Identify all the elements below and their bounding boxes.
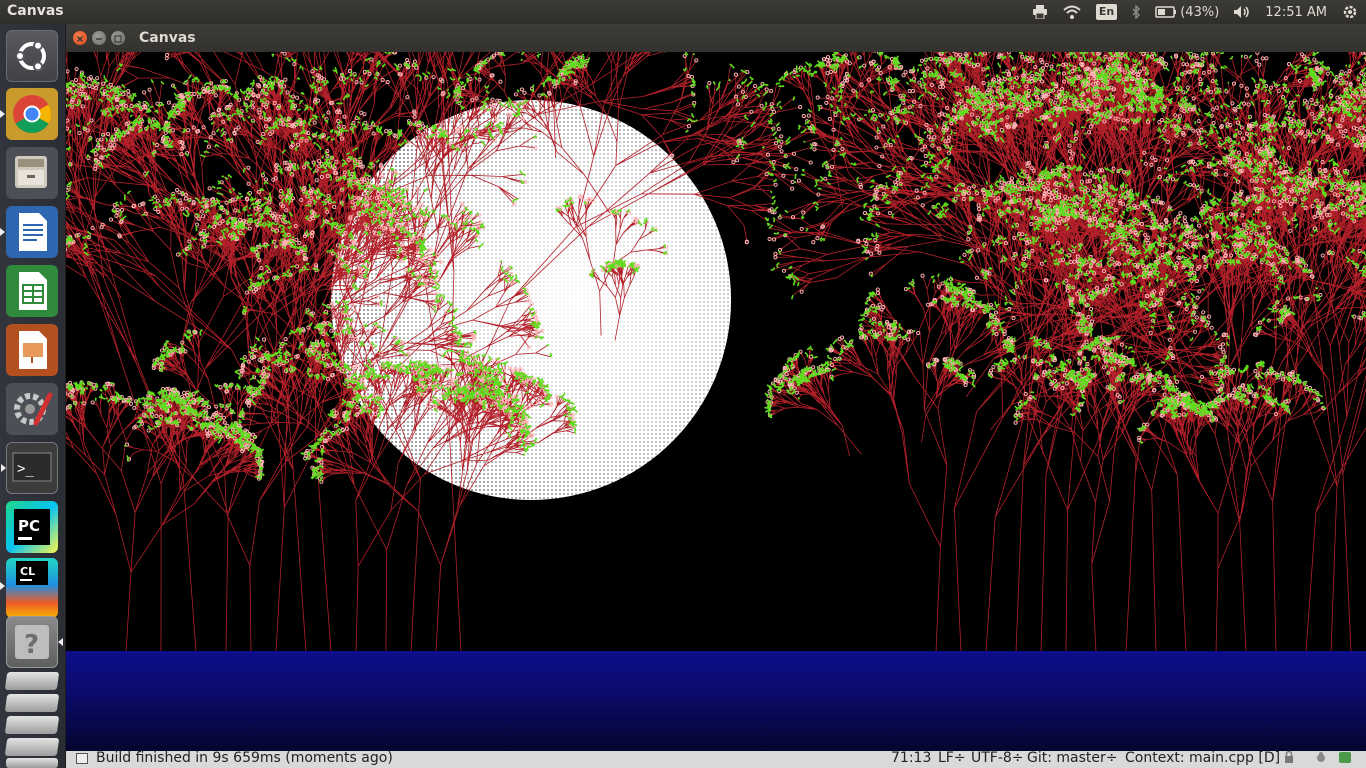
maximize-icon (114, 35, 122, 43)
writer-launcher-button[interactable] (0, 206, 58, 258)
question-icon: ? (15, 625, 49, 660)
chrome-launcher-button[interactable] (0, 88, 58, 140)
keyboard-layout-indicator[interactable]: En (1095, 4, 1118, 20)
window-title: Canvas (139, 30, 196, 46)
calc-icon (19, 272, 47, 310)
pycharm-label: PC (18, 517, 40, 535)
launcher-trash-stack[interactable] (4, 672, 60, 768)
close-icon (76, 35, 84, 43)
event-log-icon[interactable] (1338, 750, 1352, 768)
terminal-launcher-button[interactable]: >_ (1, 442, 58, 494)
pycharm-icon: PC (14, 509, 50, 545)
top-panel: Canvas En (43%) 12:51 AM (0, 0, 1366, 24)
clion-label: CL (20, 565, 35, 578)
canvas-scene (66, 52, 1366, 652)
unknown-app-launcher-button[interactable]: ? (6, 616, 63, 668)
launcher: >_ PC CL ? (0, 24, 66, 768)
build-status-message[interactable]: Build finished in 9s 659ms (moments ago) (96, 750, 393, 766)
lock-icon[interactable] (1284, 750, 1294, 768)
window-title-bar[interactable]: Canvas (66, 24, 1366, 52)
drawing-canvas[interactable] (66, 52, 1366, 751)
system-tray: En (43%) 12:51 AM (1025, 0, 1366, 24)
writer-icon (19, 213, 47, 251)
bluetooth-icon[interactable] (1131, 5, 1141, 19)
encoding-selector[interactable]: UTF-8÷ (971, 750, 1024, 766)
cursor-position[interactable]: 71:13 (891, 750, 931, 766)
wifi-icon[interactable] (1062, 5, 1082, 19)
settings-wrench-icon (14, 392, 53, 426)
terminal-prompt-glyph: >_ (17, 461, 34, 477)
battery-icon (1155, 6, 1177, 18)
line-ending-selector[interactable]: LF÷ (938, 750, 966, 766)
printer-icon[interactable] (1032, 5, 1048, 19)
settings-launcher-button[interactable] (6, 383, 58, 435)
file-cabinet-icon (15, 156, 47, 188)
clion-icon: CL (16, 561, 48, 585)
context-selector[interactable]: Context: main.cpp [D] (1125, 750, 1280, 766)
maximize-button[interactable] (111, 31, 125, 45)
battery-indicator[interactable]: (43%) (1155, 5, 1219, 20)
inspector-icon[interactable] (1314, 750, 1328, 768)
pycharm-launcher-button[interactable]: PC (6, 501, 58, 553)
chrome-icon (13, 95, 52, 134)
status-bar: Build finished in 9s 659ms (moments ago)… (66, 750, 1366, 768)
terminal-icon: >_ (12, 452, 52, 482)
tool-window-toggle-icon[interactable] (76, 753, 88, 764)
close-button[interactable] (73, 31, 87, 45)
moon (331, 100, 731, 500)
clock[interactable]: 12:51 AM (1265, 5, 1327, 20)
question-label: ? (24, 630, 39, 660)
impress-launcher-button[interactable] (6, 324, 58, 376)
ubuntu-logo-icon (15, 40, 46, 72)
battery-percentage: (43%) (1180, 4, 1220, 20)
minimize-button[interactable] (92, 31, 106, 45)
clion-launcher-button[interactable]: CL (0, 558, 58, 618)
git-branch-selector[interactable]: Git: master÷ (1027, 750, 1118, 766)
gear-icon[interactable] (1341, 3, 1359, 21)
impress-icon (19, 331, 47, 369)
calc-launcher-button[interactable] (6, 265, 58, 317)
ubuntu-dash-button[interactable] (6, 30, 58, 82)
files-launcher-button[interactable] (6, 147, 58, 199)
volume-icon[interactable] (1233, 5, 1251, 19)
app-title: Canvas (7, 3, 64, 19)
minimize-icon (96, 38, 102, 40)
water-surface (66, 651, 1366, 751)
